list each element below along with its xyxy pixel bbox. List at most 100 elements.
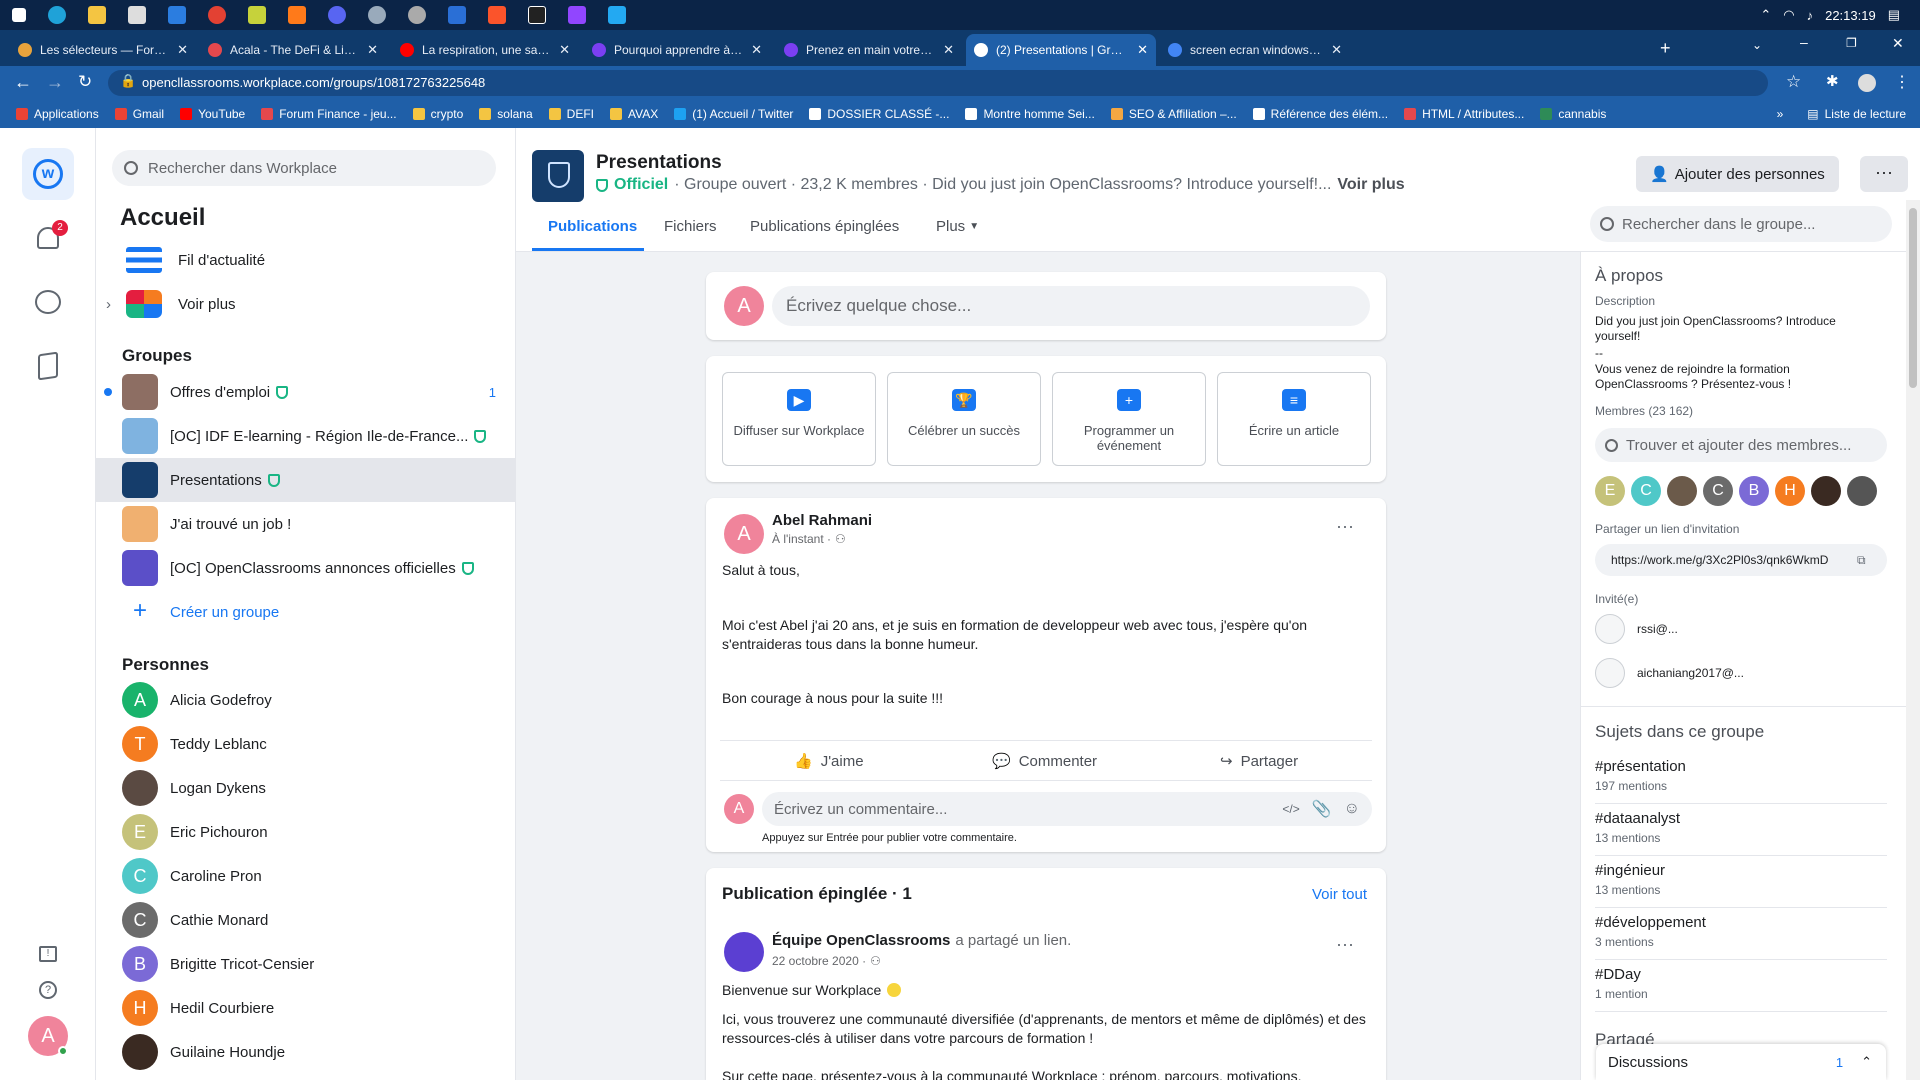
more-bookmarks-icon[interactable]: » (1777, 107, 1784, 121)
member-avatar[interactable] (1811, 476, 1841, 506)
scrollbar-thumb[interactable] (1909, 208, 1917, 388)
forward-icon[interactable]: → (46, 72, 64, 93)
chrome-icon[interactable] (208, 6, 226, 24)
bookmark-item[interactable]: (1) Accueil / Twitter (674, 107, 793, 121)
search-input[interactable]: Rechercher dans Workplace (148, 160, 337, 177)
app-icon[interactable] (408, 6, 426, 24)
schedule-event-button[interactable]: + Programmer un événement (1052, 372, 1206, 466)
sidebar-person-item[interactable]: C Caroline Pron (96, 854, 516, 898)
member-avatar[interactable] (1667, 476, 1697, 506)
nav-item-more[interactable]: › Voir plus (96, 282, 516, 326)
group-more-button[interactable]: ··· (1860, 156, 1908, 192)
chevron-up-icon[interactable]: ⌃ (1760, 7, 1771, 23)
bookmark-item[interactable]: HTML / Attributes... (1404, 107, 1524, 121)
close-tab-icon[interactable]: ✕ (1137, 42, 1148, 58)
sidebar-group-item[interactable]: Presentations (96, 458, 516, 502)
browser-tab[interactable]: Prenez en main votre formation ✕ (776, 34, 962, 66)
notification-icon[interactable]: ▤ (1888, 7, 1900, 23)
file-explorer-icon[interactable] (88, 6, 106, 24)
app-icon[interactable] (368, 6, 386, 24)
add-people-button[interactable]: 👤 Ajouter des personnes (1636, 156, 1839, 192)
member-avatar[interactable]: C (1631, 476, 1661, 506)
bookmark-item[interactable]: Montre homme Sei... (965, 107, 1095, 121)
app-icon[interactable] (528, 6, 546, 24)
close-window-icon[interactable]: ✕ (1892, 35, 1904, 52)
post-options-icon[interactable]: ··· (1336, 516, 1354, 537)
composer-input[interactable]: Écrivez quelque chose... (772, 286, 1370, 326)
sidebar-person-item[interactable]: Guilaine Houndje (96, 1030, 516, 1074)
code-icon[interactable]: </> (1282, 802, 1299, 816)
members-count[interactable]: Membres (23 162) (1595, 404, 1693, 418)
bookmark-item[interactable]: Applications (16, 107, 99, 121)
pinned-author-avatar[interactable] (724, 932, 764, 972)
close-tab-icon[interactable]: ✕ (367, 42, 378, 58)
comment-box[interactable]: Écrivez un commentaire... </> 📎 ☺ (762, 792, 1372, 826)
discussions-dock[interactable]: Discussions 1 ⌃ (1596, 1044, 1886, 1080)
extensions-icon[interactable]: ✱ (1826, 72, 1839, 90)
broadcast-button[interactable]: ▶ Diffuser sur Workplace (722, 372, 876, 466)
lock-icon[interactable]: 🔒 (120, 73, 136, 89)
tab-more[interactable]: Plus ▼ (936, 218, 979, 235)
notifications-button[interactable]: 2 (22, 212, 74, 264)
comment-input[interactable]: Écrivez un commentaire... (774, 801, 1282, 818)
member-avatar[interactable]: B (1739, 476, 1769, 506)
app-icon[interactable] (248, 6, 266, 24)
invite-link-box[interactable]: https://work.me/g/3Xc2Pl0s3/qnk6WkmD ⧉ (1595, 544, 1887, 576)
member-avatar[interactable]: E (1595, 476, 1625, 506)
group-name[interactable]: Presentations (596, 152, 722, 174)
workplace-home-button[interactable]: w (22, 148, 74, 200)
sidebar-group-item[interactable]: [OC] OpenClassrooms annonces officielles (96, 546, 516, 590)
find-members-input[interactable]: Trouver et ajouter des membres... (1626, 437, 1851, 454)
topic-item[interactable]: #ingénieur 13 mentions (1595, 856, 1887, 908)
sidebar-person-item[interactable]: E Eric Pichouron (96, 810, 516, 854)
sidebar-person-item[interactable]: T Teddy Leblanc (96, 722, 516, 766)
vscode-icon[interactable] (608, 6, 626, 24)
close-tab-icon[interactable]: ✕ (751, 42, 762, 58)
nav-item-feed[interactable]: Fil d'actualité (96, 238, 516, 282)
browser-tab[interactable]: (2) Presentations | Groupe | Wor ✕ (966, 34, 1156, 66)
close-tab-icon[interactable]: ✕ (559, 42, 570, 58)
store-icon[interactable] (128, 6, 146, 24)
comment-button[interactable]: 💬 Commenter (992, 752, 1097, 771)
reload-icon[interactable]: ↻ (78, 72, 92, 92)
topic-item[interactable]: #DDay 1 mention (1595, 960, 1887, 1012)
bookmark-item[interactable]: DOSSIER CLASSÉ -... (809, 107, 949, 121)
bookmark-item[interactable]: AVAX (610, 107, 658, 121)
reading-list[interactable]: Liste de lecture (1825, 107, 1906, 121)
mail-icon[interactable] (168, 6, 186, 24)
tab-pinned[interactable]: Publications épinglées (750, 218, 899, 235)
invite-link[interactable]: https://work.me/g/3Xc2Pl0s3/qnk6WkmD (1611, 553, 1851, 567)
menu-kebab-icon[interactable]: ⋮ (1894, 72, 1910, 92)
app-icon[interactable] (288, 6, 306, 24)
sidebar-person-item[interactable]: A Alicia Godefroy (96, 678, 516, 722)
sidebar-person-item[interactable]: B Brigitte Tricot-Censier (96, 942, 516, 986)
bookmark-item[interactable]: Référence des élém... (1252, 107, 1388, 121)
app-icon[interactable] (568, 6, 586, 24)
celebrate-button[interactable]: 🏆 Célébrer un succès (887, 372, 1041, 466)
member-avatar[interactable] (1847, 476, 1877, 506)
tab-files[interactable]: Fichiers (664, 218, 717, 235)
post-author[interactable]: Abel Rahmani (772, 512, 872, 529)
bookmark-item[interactable]: Forum Finance - jeu... (261, 107, 397, 121)
chat-button[interactable] (22, 276, 74, 328)
sidebar-person-item[interactable]: Logan Dykens (96, 766, 516, 810)
sidebar-group-item[interactable]: J'ai trouvé un job ! (96, 502, 516, 546)
close-tab-icon[interactable]: ✕ (943, 42, 954, 58)
sidebar-group-item[interactable]: [OC] IDF E-learning - Région Ile-de-Fran… (96, 414, 516, 458)
sidebar-group-item[interactable]: Offres d'emploi 1 (96, 370, 516, 414)
profile-icon[interactable] (1858, 74, 1876, 92)
create-group-button[interactable]: + Créer un groupe (96, 590, 516, 634)
clock[interactable]: 22:13:19 (1825, 8, 1876, 23)
bookmark-item[interactable]: YouTube (180, 107, 245, 121)
bookmark-item[interactable]: solana (479, 107, 533, 121)
edge-icon[interactable] (48, 6, 66, 24)
browser-tab[interactable]: Les sélecteurs — Formation Déc ✕ (10, 34, 196, 66)
url-bar[interactable]: opencllassrooms.workplace.com/groups/108… (108, 70, 1768, 96)
like-button[interactable]: 👍 J'aime (794, 752, 864, 771)
new-tab-icon[interactable]: + (1660, 38, 1671, 59)
help-button[interactable]: ? (22, 964, 74, 1016)
chevron-up-icon[interactable]: ⌃ (1861, 1054, 1872, 1070)
group-search[interactable]: Rechercher dans le groupe... (1590, 206, 1892, 242)
bookmark-item[interactable]: cannabis (1540, 107, 1606, 121)
windows-start-icon[interactable] (12, 8, 26, 22)
